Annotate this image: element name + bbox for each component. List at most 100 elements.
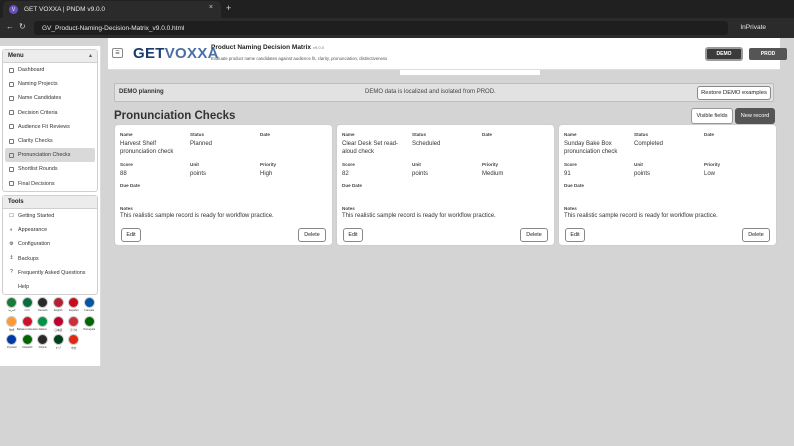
banner-title: DEMO planning — [119, 89, 164, 95]
prod-mode-button[interactable]: PROD — [749, 48, 787, 60]
language-flag[interactable]: Português — [82, 316, 98, 332]
visible-fields-button[interactable]: Visible fields — [691, 108, 733, 124]
flag-label: Français — [84, 309, 95, 312]
flag-label: Deutsch — [37, 309, 48, 312]
new-record-button[interactable]: New record — [735, 108, 775, 124]
sidebar-item-shortlist-rounds[interactable]: Shortlist Rounds — [5, 162, 95, 176]
flag-label: English — [53, 309, 63, 312]
field-name: Name Harvest Shelf pronunciation check — [120, 132, 174, 155]
url-field[interactable]: GV_Product-Naming-Decision-Matrix_v9.0.0… — [34, 21, 728, 35]
flag-label: اردو — [56, 346, 61, 349]
language-flag[interactable]: Bahasa Indonesia — [17, 316, 38, 332]
language-flag[interactable]: Español — [66, 297, 82, 314]
list-icon — [9, 67, 14, 73]
field-score: Score 88 — [120, 162, 133, 177]
tools-item-help[interactable]: Help — [5, 280, 95, 294]
address-bar-row: ← ↻ GV_Product-Naming-Decision-Matrix_v9… — [0, 18, 794, 38]
tools-title: Tools — [8, 199, 24, 205]
language-flag[interactable]: Italiano — [35, 316, 51, 332]
language-flag[interactable]: 한국어 — [66, 316, 82, 332]
app-header: ☰ GETVOXXA Product Naming Decision Matri… — [108, 38, 787, 70]
tools-item-configuration[interactable]: ⚙ Configuration — [5, 237, 95, 251]
back-icon[interactable]: ← — [6, 22, 14, 31]
edit-button[interactable]: Edit — [121, 228, 141, 242]
menu-toggle-icon[interactable]: ☰ — [112, 48, 123, 58]
sidebar-item-name-candidates[interactable]: Name Candidates — [5, 91, 95, 105]
flag-icon — [68, 297, 80, 308]
sidebar-item-pronunciation-checks[interactable]: Pronunciation Checks — [5, 148, 95, 163]
tools-header[interactable]: Tools — [3, 196, 97, 209]
sidebar-item-decision-criteria[interactable]: Decision Criteria — [5, 106, 95, 120]
reload-icon[interactable]: ↻ — [19, 22, 26, 31]
language-flag[interactable]: 日本語 — [51, 316, 67, 332]
language-flag[interactable]: Filipino — [35, 334, 51, 350]
collapse-caret-icon[interactable]: ▴ — [89, 52, 92, 59]
field-due_date: Due Date — [120, 183, 140, 188]
sidebar-item-naming-projects[interactable]: Naming Projects — [5, 77, 95, 91]
close-tab-icon[interactable]: × — [209, 4, 213, 11]
list-icon — [9, 181, 14, 187]
tools-item-getting-started[interactable]: ☐ Getting Started — [5, 209, 95, 223]
flag-icon — [52, 334, 64, 345]
flag-icon — [68, 334, 80, 345]
flag-label: Português — [83, 328, 96, 331]
language-flag[interactable]: English — [51, 297, 67, 314]
field-name: Name Clear Desk Set read-aloud check — [342, 132, 399, 155]
menu-header[interactable]: Menu ▴ — [3, 50, 97, 63]
flag-label: Italiano — [38, 328, 47, 331]
language-flag[interactable]: Kiswahili — [20, 334, 36, 350]
sidebar-item-label: Clarity Checks — [18, 138, 53, 145]
page-title: Pronunciation Checks — [114, 110, 236, 122]
tool-icon — [9, 285, 14, 290]
sidebar-item-audience-fit-reviews[interactable]: Audience Fit Reviews — [5, 120, 95, 134]
tools-panel: Tools ☐ Getting Started ◐ Appearance ⚙ Config… — [2, 195, 98, 296]
app-subtitle: Evaluate product name candidates against… — [211, 56, 388, 61]
tool-icon: ? — [10, 269, 13, 276]
language-flag[interactable]: 中文 — [66, 334, 82, 350]
delete-button[interactable]: Delete — [742, 228, 770, 242]
list-icon — [9, 95, 14, 101]
flag-icon — [6, 334, 18, 345]
language-flag[interactable]: Русский — [4, 334, 20, 350]
sidebar-item-label: Naming Projects — [18, 81, 58, 88]
field-score: Score 82 — [342, 162, 355, 177]
list-icon — [9, 138, 14, 144]
tab-title: GET VOXXA | PNDM v9.0.0 — [24, 6, 106, 13]
tools-item-frequently-asked-questions[interactable]: ? Frequently Asked Questions — [5, 266, 95, 280]
restore-demo-button[interactable]: Restore DEMO examples — [697, 86, 771, 100]
field-notes: Notes This realistic sample record is rea… — [342, 206, 496, 219]
language-flag[interactable]: বাংলা — [20, 297, 36, 314]
field-unit: Unit points — [190, 162, 207, 177]
tools-item-appearance[interactable]: ◐ Appearance — [5, 223, 95, 237]
demo-mode-button[interactable]: DEMO — [705, 47, 743, 61]
language-flag[interactable]: Deutsch — [35, 297, 51, 314]
sidebar-item-dashboard[interactable]: Dashboard — [5, 63, 95, 77]
tools-list: ☐ Getting Started ◐ Appearance ⚙ Configuratio… — [3, 209, 97, 294]
edit-button[interactable]: Edit — [565, 228, 585, 242]
field-due_date: Due Date — [564, 183, 584, 188]
delete-button[interactable]: Delete — [520, 228, 548, 242]
menu-panel: Menu ▴ Dashboard Naming Projects Name Cand… — [2, 49, 98, 192]
tools-item-backups[interactable]: ↥ Backups — [5, 252, 95, 266]
flag-label: 한국어 — [70, 329, 78, 332]
language-flag[interactable]: Français — [82, 297, 98, 314]
field-unit: Unit points — [634, 162, 651, 177]
field-status: Status Planned — [190, 132, 213, 147]
tool-icon: ↥ — [9, 255, 14, 262]
delete-button[interactable]: Delete — [298, 228, 326, 242]
edit-button[interactable]: Edit — [343, 228, 363, 242]
brand-logo: GETVOXXA — [133, 45, 219, 62]
browser-tab[interactable]: V GET VOXXA | PNDM v9.0.0 × — [3, 1, 221, 18]
menu-list: Dashboard Naming Projects Name Candidates D… — [3, 63, 97, 191]
new-tab-icon[interactable]: + — [226, 3, 231, 13]
tool-icon: ☐ — [9, 212, 14, 219]
sidebar-item-label: Decision Criteria — [18, 109, 58, 116]
tools-item-label: Help — [18, 284, 30, 291]
tool-icon: ◐ — [9, 226, 14, 233]
sidebar-item-clarity-checks[interactable]: Clarity Checks — [5, 134, 95, 148]
field-name: Name Sunday Bake Box pronunciation check — [564, 132, 618, 155]
language-flag[interactable]: العربية — [4, 297, 20, 314]
language-flag[interactable]: اردو — [51, 334, 67, 350]
sidebar-item-final-decisions[interactable]: Final Decisions — [5, 177, 95, 191]
inprivate-badge[interactable]: InPrivate — [740, 24, 766, 31]
